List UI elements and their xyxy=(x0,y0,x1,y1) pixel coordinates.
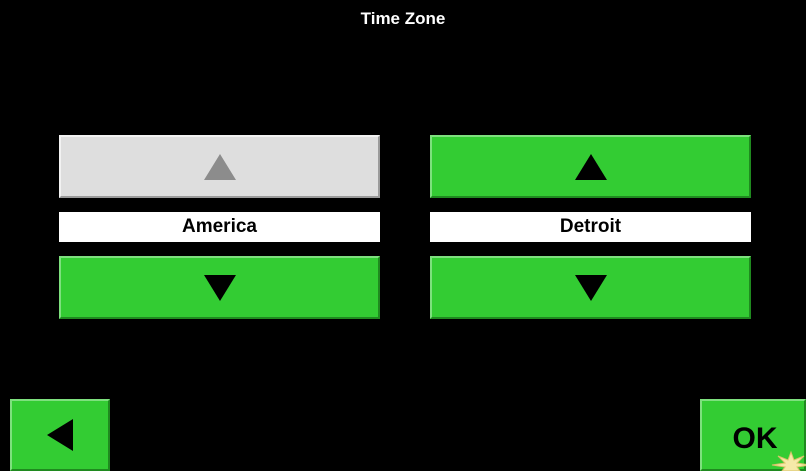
screen-edge xyxy=(806,0,812,471)
time-zone-screen: Time Zone America Detroit OK xyxy=(0,0,812,471)
triangle-down-icon xyxy=(574,274,607,301)
triangle-up-icon xyxy=(574,153,607,180)
city-value: Detroit xyxy=(430,212,751,242)
city-down-button[interactable] xyxy=(430,256,751,319)
city-up-button[interactable] xyxy=(430,135,751,198)
triangle-down-icon xyxy=(203,274,236,301)
triangle-up-icon xyxy=(203,153,236,180)
region-value: America xyxy=(59,212,380,242)
triangle-left-icon xyxy=(47,419,73,451)
region-down-button[interactable] xyxy=(59,256,380,319)
back-button[interactable] xyxy=(10,399,110,471)
region-up-button[interactable] xyxy=(59,135,380,198)
screen-title: Time Zone xyxy=(360,9,446,28)
